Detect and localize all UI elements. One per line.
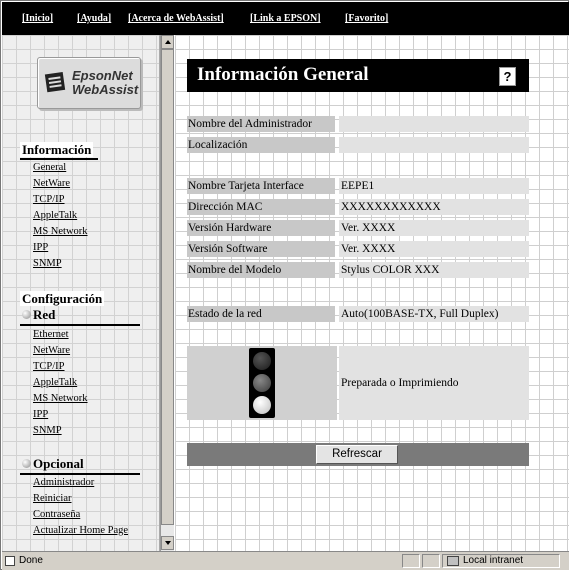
sidebar: EpsonNet WebAssist Información General N…: [2, 35, 160, 551]
scroll-down-button[interactable]: [161, 536, 174, 550]
subsection-red: Red: [22, 307, 55, 323]
lamp-middle: [253, 374, 271, 392]
scroll-thumb[interactable]: [161, 49, 174, 525]
status-light-cell: [187, 346, 337, 420]
sidebar-item-red-ms-network[interactable]: MS Network: [33, 393, 88, 405]
section-title-configuracion: Configuración: [20, 291, 105, 306]
browser-status-bar: Done Local intranet: [2, 551, 569, 570]
lamp-top: [253, 352, 271, 370]
sidebar-item-red-ipp[interactable]: IPP: [33, 409, 48, 421]
bullet-icon: [22, 459, 31, 468]
nav-link-ayuda[interactable]: [Ayuda]: [77, 13, 111, 24]
arrow-down-icon: [165, 541, 171, 545]
refresh-button[interactable]: Refrescar: [316, 445, 398, 464]
sidebar-item-info-ipp[interactable]: IPP: [33, 242, 48, 254]
section-divider: [20, 324, 140, 326]
sidebar-item-info-tcpip[interactable]: TCP/IP: [33, 194, 65, 206]
sidebar-item-info-appletalk[interactable]: AppleTalk: [33, 210, 77, 222]
sidebar-item-info-snmp[interactable]: SNMP: [33, 258, 62, 270]
logo-text-epsonnet: EpsonNet: [72, 68, 133, 83]
info-row-administrador: Nombre del Administrador: [187, 116, 529, 132]
arrow-up-icon: [165, 40, 171, 44]
subsection-opcional: Opcional: [22, 456, 84, 472]
epsonnet-webassist-logo: EpsonNet WebAssist: [37, 57, 141, 109]
sidebar-item-red-tcpip[interactable]: TCP/IP: [33, 361, 65, 373]
browser-window: [Inicio] [Ayuda] [Acerca de WebAssist] […: [0, 0, 569, 570]
sidebar-item-administrador[interactable]: Administrador: [33, 477, 94, 489]
top-navigation-bar: [Inicio] [Ayuda] [Acerca de WebAssist] […: [2, 2, 569, 35]
sidebar-item-actualizar-home-page[interactable]: Actualizar Home Page: [33, 525, 128, 537]
nav-link-favorito[interactable]: [Favorito]: [345, 13, 388, 24]
sidebar-item-red-ethernet[interactable]: Ethernet: [33, 329, 69, 341]
scroll-up-button[interactable]: [161, 35, 174, 49]
row-label: Nombre del Administrador: [187, 116, 335, 132]
info-row-localizacion: Localización: [187, 137, 529, 153]
lamp-bottom: [253, 396, 271, 414]
info-row-tarjeta: Nombre Tarjeta Interface EEPE1: [187, 178, 529, 194]
traffic-light-icon: [249, 348, 275, 418]
page-title-bar: Información General ?: [187, 59, 529, 92]
security-zone: Local intranet: [442, 554, 560, 568]
row-label: Nombre del Modelo: [187, 262, 335, 278]
security-zone-text: Local intranet: [463, 555, 524, 566]
nav-link-acerca-de-webassist[interactable]: [Acerca de WebAssist]: [128, 13, 224, 24]
nav-link-inicio[interactable]: [Inicio]: [22, 13, 53, 24]
sidebar-scrollbar[interactable]: [160, 35, 174, 551]
sidebar-item-red-netware[interactable]: NetWare: [33, 345, 70, 357]
sidebar-item-red-appletalk[interactable]: AppleTalk: [33, 377, 77, 389]
printer-status-text: Preparada o Imprimiendo: [339, 346, 529, 420]
info-row-modelo: Nombre del Modelo Stylus COLOR XXX: [187, 262, 529, 278]
subsection-opcional-label: Opcional: [33, 456, 84, 471]
row-value: [339, 116, 529, 132]
sidebar-item-info-netware[interactable]: NetWare: [33, 178, 70, 190]
row-value: Stylus COLOR XXX: [339, 262, 529, 278]
status-pane: [422, 554, 440, 568]
sidebar-item-reiniciar[interactable]: Reiniciar: [33, 493, 71, 505]
info-row-estado-red: Estado de la red Auto(100BASE-TX, Full D…: [187, 306, 529, 322]
sidebar-item-info-ms-network[interactable]: MS Network: [33, 226, 88, 238]
section-divider: [20, 158, 98, 160]
sidebar-item-red-snmp[interactable]: SNMP: [33, 425, 62, 437]
row-label: Nombre Tarjeta Interface: [187, 178, 335, 194]
page-icon: [5, 556, 15, 566]
row-label: Localización: [187, 137, 335, 153]
row-value: XXXXXXXXXXXX: [339, 199, 529, 215]
subsection-red-label: Red: [33, 307, 56, 322]
row-value: EEPE1: [339, 178, 529, 194]
sidebar-item-contrasena[interactable]: Contraseña: [33, 509, 80, 521]
section-title-informacion: Información: [20, 142, 94, 157]
refresh-bar: Refrescar: [187, 443, 529, 466]
row-label: Versión Hardware: [187, 220, 335, 236]
info-row-mac: Dirección MAC XXXXXXXXXXXX: [187, 199, 529, 215]
row-value: Ver. XXXX: [339, 241, 529, 257]
row-label: Versión Software: [187, 241, 335, 257]
help-icon[interactable]: ?: [499, 67, 516, 86]
intranet-icon: [447, 556, 459, 566]
page-title: Información General: [197, 64, 369, 85]
sidebar-item-info-general[interactable]: General: [33, 162, 66, 174]
info-row-hardware: Versión Hardware Ver. XXXX: [187, 220, 529, 236]
status-pane: [402, 554, 420, 568]
row-value: Auto(100BASE-TX, Full Duplex): [339, 306, 529, 322]
row-value: [339, 137, 529, 153]
section-divider: [20, 473, 140, 475]
row-value: Ver. XXXX: [339, 220, 529, 236]
bullet-icon: [22, 310, 31, 319]
printer-status-panel: Preparada o Imprimiendo: [187, 346, 529, 420]
logo-text-webassist: WebAssist: [72, 82, 139, 97]
main-content: Información General ? Nombre del Adminis…: [175, 35, 569, 551]
status-text: Done: [19, 555, 43, 566]
nav-link-epson[interactable]: [Link a EPSON]: [250, 13, 321, 24]
info-row-software: Versión Software Ver. XXXX: [187, 241, 529, 257]
row-label: Dirección MAC: [187, 199, 335, 215]
row-label: Estado de la red: [187, 306, 335, 322]
book-icon: [44, 71, 66, 93]
